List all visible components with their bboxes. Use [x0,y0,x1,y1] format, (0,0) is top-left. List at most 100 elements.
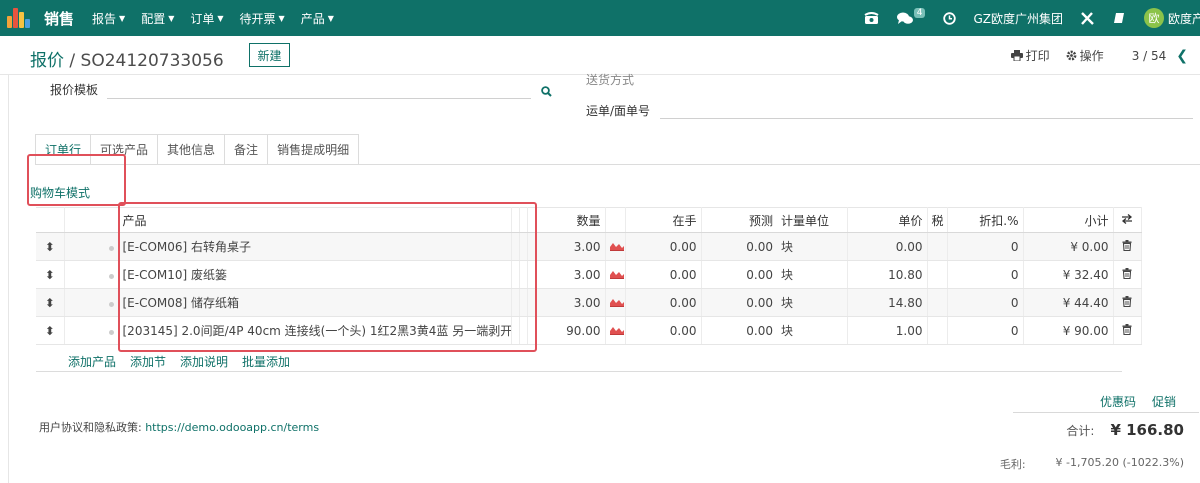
clock-icon[interactable] [943,11,957,25]
coupon-button[interactable]: 优惠码 [1100,393,1136,410]
cell-on-hand: 0.00 [625,316,702,345]
cell-subtotal: ¥ 44.40 [1023,288,1114,317]
menu-config[interactable]: 配置 ▼ [141,10,174,27]
header-qty[interactable]: 数量 [535,207,606,233]
chat-icon [896,12,913,24]
cell-uom[interactable]: 块 [777,260,848,289]
cell-tax[interactable] [927,260,948,289]
header-price[interactable]: 单价 [847,207,928,233]
menu-report[interactable]: 报告 ▼ [92,10,125,27]
optional-columns-icon[interactable] [1113,207,1142,233]
action-label: 操作 [1079,49,1104,63]
terms-link[interactable]: https://demo.odooapp.cn/terms [145,421,319,434]
menu-orders-label: 订单 [190,11,215,26]
cell-uom[interactable]: 块 [777,288,848,317]
user-menu[interactable]: 欧度产 [1168,10,1200,27]
header-tax[interactable]: 税 [927,207,948,233]
print-label: 打印 [1025,49,1050,63]
row-dot [64,260,119,289]
drag-handle-icon[interactable]: ⬍ [36,316,65,345]
summary-divider [1013,412,1199,413]
menu-to-invoice[interactable]: 待开票 ▼ [240,10,285,27]
tools-icon[interactable] [1080,11,1095,26]
cell-tax[interactable] [927,288,948,317]
cell-uom[interactable]: 块 [777,232,848,261]
cell-subtotal: ¥ 32.40 [1023,260,1114,289]
trash-icon[interactable] [1113,316,1142,345]
search-icon[interactable] [541,86,552,100]
cell-price[interactable]: 14.80 [847,288,928,317]
row-dot [64,316,119,345]
cell-qty[interactable]: 90.00 [535,316,606,345]
header-subtotal[interactable]: 小计 [1023,207,1114,233]
total-row: 合计: ¥ 166.80 [1066,421,1184,439]
pager-value[interactable]: 3 / 54 [1132,49,1167,63]
cell-on-hand: 0.00 [625,288,702,317]
cell-qty[interactable]: 3.00 [535,232,606,261]
forecast-chart-icon[interactable] [605,316,626,345]
drag-handle-icon[interactable]: ⬍ [36,232,65,261]
add-product-link[interactable]: 添加产品 [68,353,116,370]
cell-price[interactable]: 10.80 [847,260,928,289]
pager-previous-icon[interactable]: ❮ [1176,48,1188,64]
notebook-icon[interactable] [1113,12,1125,24]
forecast-chart-icon[interactable] [605,288,626,317]
terms-note: 用户协议和隐私政策: https://demo.odooapp.cn/terms [39,419,319,435]
print-icon [1010,50,1023,61]
forecast-chart-icon[interactable] [605,232,626,261]
cell-price[interactable]: 0.00 [847,232,928,261]
print-button[interactable]: 打印 [1010,47,1050,64]
cell-discount[interactable]: 0 [947,316,1024,345]
cell-tax[interactable] [927,232,948,261]
menu-products[interactable]: 产品 ▼ [301,10,334,27]
breadcrumb-quotations[interactable]: 报价 [30,51,64,71]
cell-tax[interactable] [927,316,948,345]
cell-forecast: 0.00 [701,260,777,289]
annotation-highlight-products [118,202,537,352]
header-forecast-icon [605,207,626,233]
cell-price[interactable]: 1.00 [847,316,928,345]
header-uom[interactable]: 计量单位 [777,207,848,233]
drag-handle-icon[interactable]: ⬍ [36,288,65,317]
app-name[interactable]: 销售 [44,8,74,29]
header-discount[interactable]: 折扣.% [947,207,1024,233]
action-button[interactable]: 操作 [1066,47,1104,64]
top-navbar: 销售 报告 ▼ 配置 ▼ 订单 ▼ 待开票 ▼ 产品 ▼ 4 GZ欧度广州集团 欧 欧度产 [0,0,1200,36]
tab-other-info[interactable]: 其他信息 [158,134,226,165]
tab-notes[interactable]: 备注 [225,134,269,165]
tab-commission-details[interactable]: 销售提成明细 [268,134,360,165]
gear-icon [1066,50,1077,61]
cell-discount[interactable]: 0 [947,232,1024,261]
menu-config-label: 配置 [141,11,166,26]
company-switcher[interactable]: GZ欧度广州集团 [973,10,1063,27]
header-on-hand[interactable]: 在手 [625,207,702,233]
avatar[interactable]: 欧 [1143,8,1164,28]
trash-icon[interactable] [1113,232,1142,261]
header-sequence [64,207,119,233]
cell-discount[interactable]: 0 [947,288,1024,317]
bulk-add-link[interactable]: 批量添加 [242,353,290,370]
cell-discount[interactable]: 0 [947,260,1024,289]
trash-icon[interactable] [1113,260,1142,289]
menu-orders[interactable]: 订单 ▼ [190,10,223,27]
margin-row: 毛利: ¥ -1,705.20 (-1022.3%) [1000,456,1184,472]
header-forecast[interactable]: 预测 [701,207,777,233]
drag-handle-icon[interactable]: ⬍ [36,260,65,289]
cell-qty[interactable]: 3.00 [535,288,606,317]
cell-uom[interactable]: 块 [777,316,848,345]
quote-template-input[interactable] [107,98,531,99]
menu-report-label: 报告 [92,11,117,26]
promotion-button[interactable]: 促销 [1152,393,1176,410]
cell-qty[interactable]: 3.00 [535,260,606,289]
add-section-link[interactable]: 添加节 [130,353,166,370]
apps-menu-icon[interactable] [6,6,30,30]
phone-icon[interactable] [864,11,879,25]
new-button[interactable]: 新建 [249,43,290,67]
trash-icon[interactable] [1113,288,1142,317]
messages-button[interactable]: 4 [896,8,926,25]
breadcrumb-separator: / [64,51,81,71]
row-dot [64,288,119,317]
forecast-chart-icon[interactable] [605,260,626,289]
waybill-input[interactable] [660,118,1193,119]
add-note-link[interactable]: 添加说明 [180,353,228,370]
